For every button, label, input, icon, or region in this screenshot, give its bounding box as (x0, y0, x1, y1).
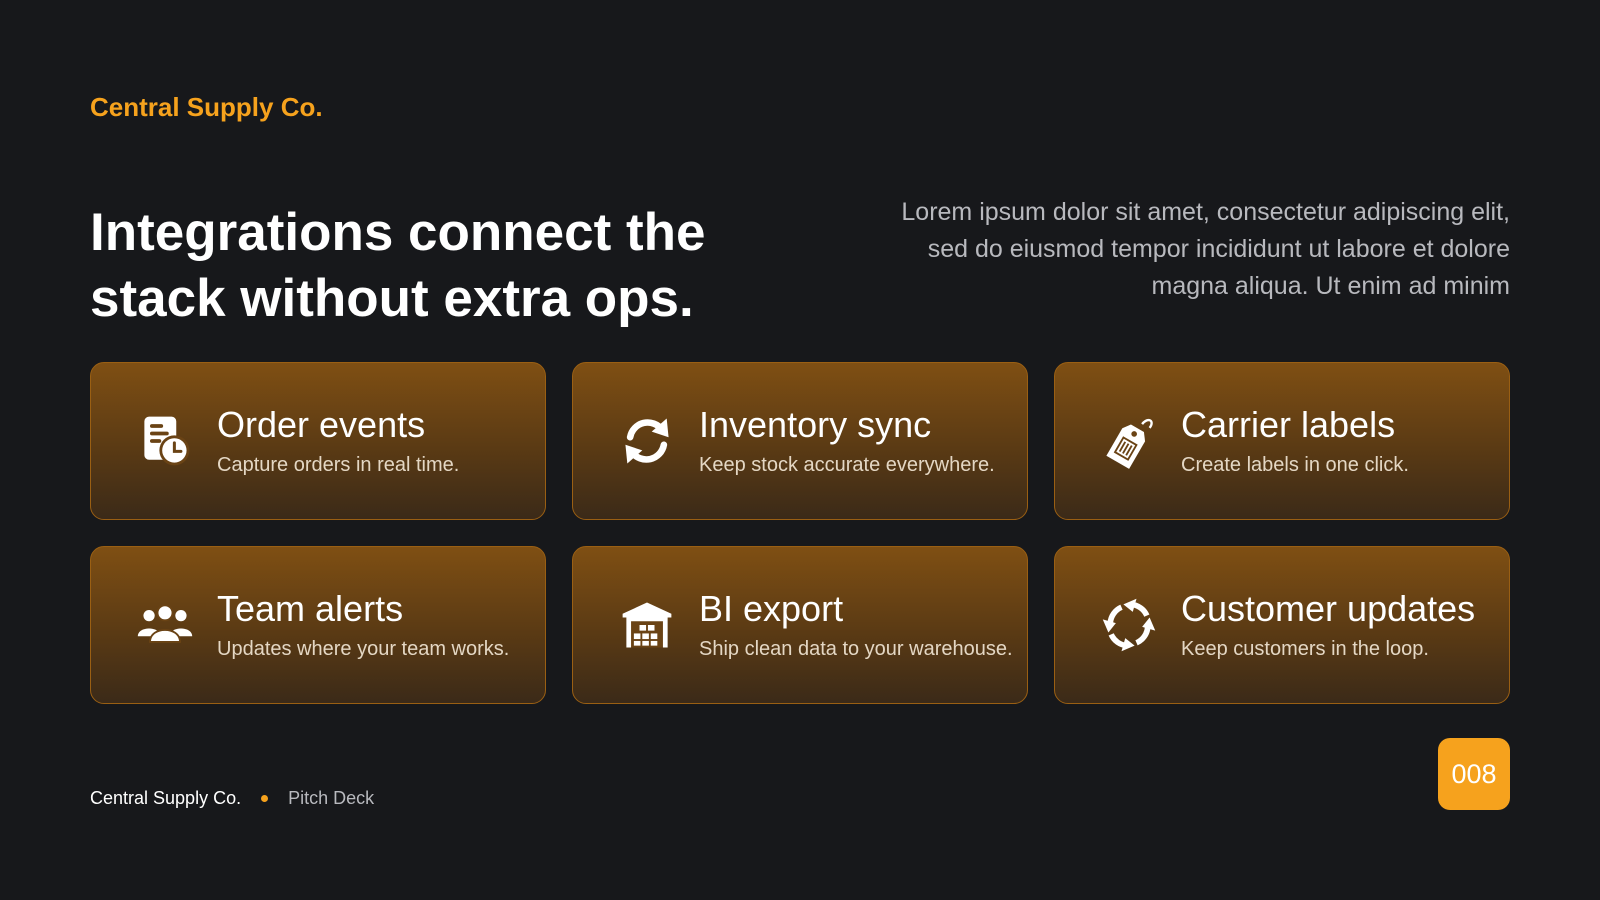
page-number-badge: 008 (1438, 738, 1510, 810)
users-group-icon (133, 593, 197, 657)
refresh-arrows-icon (1097, 593, 1161, 657)
intro-paragraph: Lorem ipsum dolor sit amet, consectetur … (901, 198, 1510, 300)
sync-arrows-icon (615, 409, 679, 473)
card-customer-updates: Customer updates Keep customers in the l… (1054, 546, 1510, 704)
shipping-tag-icon (1097, 409, 1161, 473)
card-title: BI export (699, 588, 844, 629)
footer-company: Central Supply Co. (90, 788, 242, 808)
card-team-alerts: Team alerts Updates where your team work… (90, 546, 546, 704)
integrations-grid: Order events Capture orders in real time… (90, 362, 1510, 704)
card-title: Team alerts (217, 588, 404, 629)
card-title: Order events (217, 404, 426, 445)
footer: Central Supply Co. Pitch Deck (90, 788, 374, 809)
brand-name: Central Supply Co. (90, 92, 323, 122)
card-description: Updates where your team works. (217, 638, 510, 660)
card-description: Keep customers in the loop. (1181, 638, 1429, 660)
card-title: Inventory sync (699, 404, 932, 445)
slide: Central Supply Co. Integrations connect … (0, 0, 1600, 900)
card-description: Capture orders in real time. (217, 454, 460, 476)
card-order-events: Order events Capture orders in real time… (90, 362, 546, 520)
card-title: Customer updates (1181, 588, 1476, 629)
warehouse-icon (615, 593, 679, 657)
card-bi-export: BI export Ship clean data to your wareho… (572, 546, 1028, 704)
card-inventory-sync: Inventory sync Keep stock accurate every… (572, 362, 1028, 520)
card-description: Create labels in one click. (1181, 454, 1409, 476)
card-description: Keep stock accurate everywhere. (699, 454, 995, 476)
card-title: Carrier labels (1181, 404, 1396, 445)
page-title: Integrations connect the stack without e… (90, 203, 706, 328)
footer-separator-dot (261, 795, 269, 802)
footer-doc-type: Pitch Deck (288, 788, 375, 808)
order-receipt-clock-icon (133, 409, 197, 473)
card-carrier-labels: Carrier labels Create labels in one clic… (1054, 362, 1510, 520)
card-description: Ship clean data to your warehouse. (699, 638, 1013, 660)
